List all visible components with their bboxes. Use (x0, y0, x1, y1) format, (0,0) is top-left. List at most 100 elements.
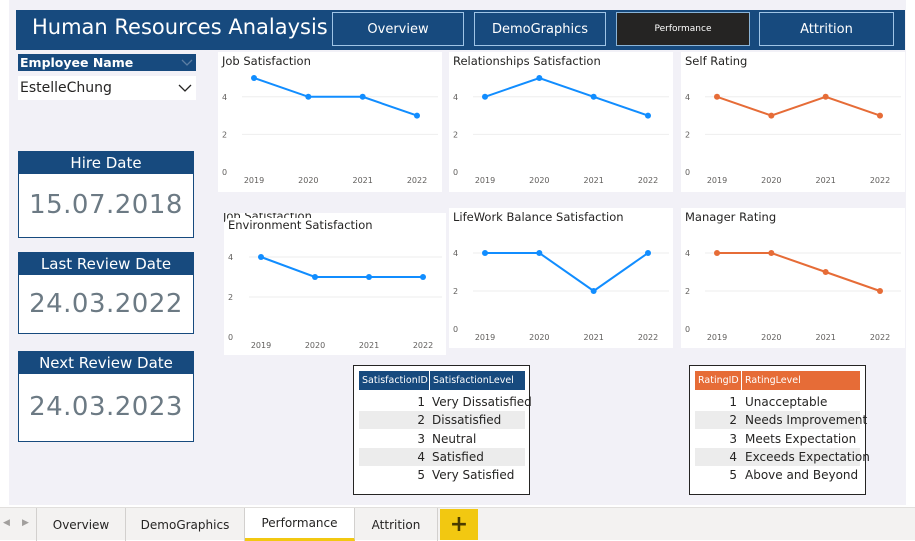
tab-demographics[interactable]: DemoGraphics (126, 508, 245, 541)
data-point[interactable] (420, 274, 426, 280)
card-value: 24.03.2023 (29, 392, 183, 422)
row-level: Exceeds Expectation (745, 450, 870, 464)
y-tick-label: 2 (685, 287, 690, 296)
data-point[interactable] (482, 93, 488, 100)
report-canvas: { "header": { "title": "Human Resources … (0, 0, 915, 541)
data-point[interactable] (822, 93, 829, 100)
x-tick-label: 2020 (761, 333, 781, 342)
self-rating-chart[interactable]: Self Rating 0 2 4 2019 2020 2021 2022 (681, 52, 905, 192)
chevron-right-icon[interactable]: ▶ (22, 518, 29, 528)
x-tick-label: 2019 (475, 333, 495, 342)
series-line (717, 252, 881, 292)
tab-overview[interactable]: Overview (36, 508, 126, 541)
table-row: 1 Unacceptable (695, 393, 860, 411)
row-id: 3 (729, 432, 737, 446)
table-row: 3 Neutral (359, 430, 525, 448)
environment-satisfaction-chart[interactable]: Job Satisfaction Environment Satisfactio… (224, 213, 446, 355)
y-tick-label: 2 (685, 130, 690, 139)
column-header: RatingLevel (741, 371, 801, 390)
manager-rating-chart[interactable]: Manager Rating 0 2 4 2019 2020 2021 2022 (681, 208, 905, 348)
x-tick-label: 2021 (815, 333, 835, 342)
table-row: 1 Very Dissatisfied (359, 393, 531, 411)
data-point[interactable] (822, 269, 829, 275)
page-title: Human Resources Analaysis (32, 15, 328, 39)
nav-button-demographics[interactable]: DemoGraphics (474, 12, 606, 46)
data-point[interactable] (877, 112, 883, 119)
card-title: Hire Date (19, 152, 193, 174)
x-tick-label: 2022 (413, 341, 433, 350)
employee-slicer-dropdown[interactable]: EstelleChung (18, 76, 196, 100)
data-point[interactable] (768, 250, 775, 256)
nav-button-attrition[interactable]: Attrition (759, 12, 894, 46)
rating-level-table: RatingID RatingLevel 1 Unacceptable 2 Need… (689, 365, 870, 495)
x-tick-label: 2021 (815, 176, 835, 185)
satisfaction-level-table: SatisfactionID SatisfactionLevel 1 Very D… (353, 365, 532, 495)
data-point[interactable] (590, 93, 597, 100)
next-review-date-card: Next Review Date 24.03.2023 (18, 351, 194, 442)
x-tick-label: 2019 (244, 176, 264, 185)
row-level: Needs Improvement (745, 413, 868, 427)
data-point[interactable] (251, 75, 257, 81)
card-value: 15.07.2018 (29, 190, 183, 220)
chevron-down-icon[interactable] (177, 80, 193, 96)
data-point[interactable] (482, 250, 488, 256)
y-tick-label: 4 (453, 93, 458, 102)
row-id: 5 (417, 468, 425, 482)
y-tick-label: 0 (453, 168, 458, 177)
add-page-button[interactable]: + (440, 509, 478, 540)
x-tick-label: 2019 (475, 176, 495, 185)
y-tick-label: 0 (453, 325, 458, 334)
tab-attrition[interactable]: Attrition (355, 508, 438, 541)
data-point[interactable] (714, 93, 720, 100)
chevron-left-icon[interactable]: ◀ (3, 518, 10, 528)
x-tick-label: 2022 (870, 333, 890, 342)
employee-slicer-header: Employee Name (18, 54, 196, 71)
data-point[interactable] (258, 254, 264, 260)
data-point[interactable] (305, 93, 312, 100)
data-point[interactable] (590, 288, 597, 294)
data-point[interactable] (536, 75, 543, 81)
relationships-satisfaction-chart[interactable]: Relationships Satisfaction 0 2 4 2019 2020 20… (449, 52, 673, 192)
x-tick-label: 2020 (305, 341, 325, 350)
x-tick-label: 2021 (583, 176, 603, 185)
data-point[interactable] (877, 288, 883, 294)
chart-plot: 0 2 4 2019 2020 2021 2022 (222, 75, 438, 185)
y-tick-label: 4 (228, 253, 233, 262)
x-tick-label: 2021 (583, 333, 603, 342)
x-tick-label: 2020 (529, 333, 549, 342)
series-line (260, 256, 423, 278)
data-point[interactable] (366, 274, 372, 280)
row-level: Very Satisfied (432, 468, 515, 482)
series-line (716, 95, 881, 117)
data-point[interactable] (714, 250, 720, 256)
card-title: Next Review Date (19, 352, 193, 374)
table-row: 5 Very Satisfied (359, 466, 525, 484)
table-header: SatisfactionID SatisfactionLevel (359, 371, 525, 390)
row-id: 4 (729, 450, 737, 464)
slicer-selected-value: EstelleChung (20, 80, 112, 96)
data-point[interactable] (768, 112, 775, 119)
x-tick-label: 2020 (761, 176, 781, 185)
row-id: 4 (417, 450, 425, 464)
job-satisfaction-chart[interactable]: Job Satisfaction 0 2 4 2019 2020 2021 2022 (218, 52, 442, 192)
row-level: Very Dissatisfied (432, 395, 532, 409)
tab-performance[interactable]: Performance (245, 508, 355, 541)
chart-plot: 0 2 4 2019 2020 2021 2022 (228, 253, 442, 350)
nav-button-performance[interactable]: Performance (616, 12, 750, 46)
data-point[interactable] (312, 274, 318, 280)
lifework-balance-satisfaction-chart[interactable]: LifeWork Balance Satisfaction 0 2 4 2019 202… (449, 208, 673, 348)
x-tick-label: 2021 (352, 176, 372, 185)
nav-button-overview[interactable]: Overview (332, 12, 464, 46)
data-point[interactable] (645, 112, 651, 119)
y-tick-label: 0 (685, 325, 690, 334)
slicer-header-label: Employee Name (20, 55, 134, 70)
table-row: 4 Exceeds Expectation (695, 448, 870, 466)
data-point[interactable] (414, 112, 420, 119)
x-tick-label: 2022 (638, 333, 658, 342)
data-point[interactable] (359, 93, 366, 100)
y-tick-label: 2 (222, 130, 227, 139)
y-tick-label: 4 (453, 249, 458, 258)
y-tick-label: 4 (685, 249, 690, 258)
data-point[interactable] (536, 250, 543, 256)
data-point[interactable] (645, 250, 651, 256)
